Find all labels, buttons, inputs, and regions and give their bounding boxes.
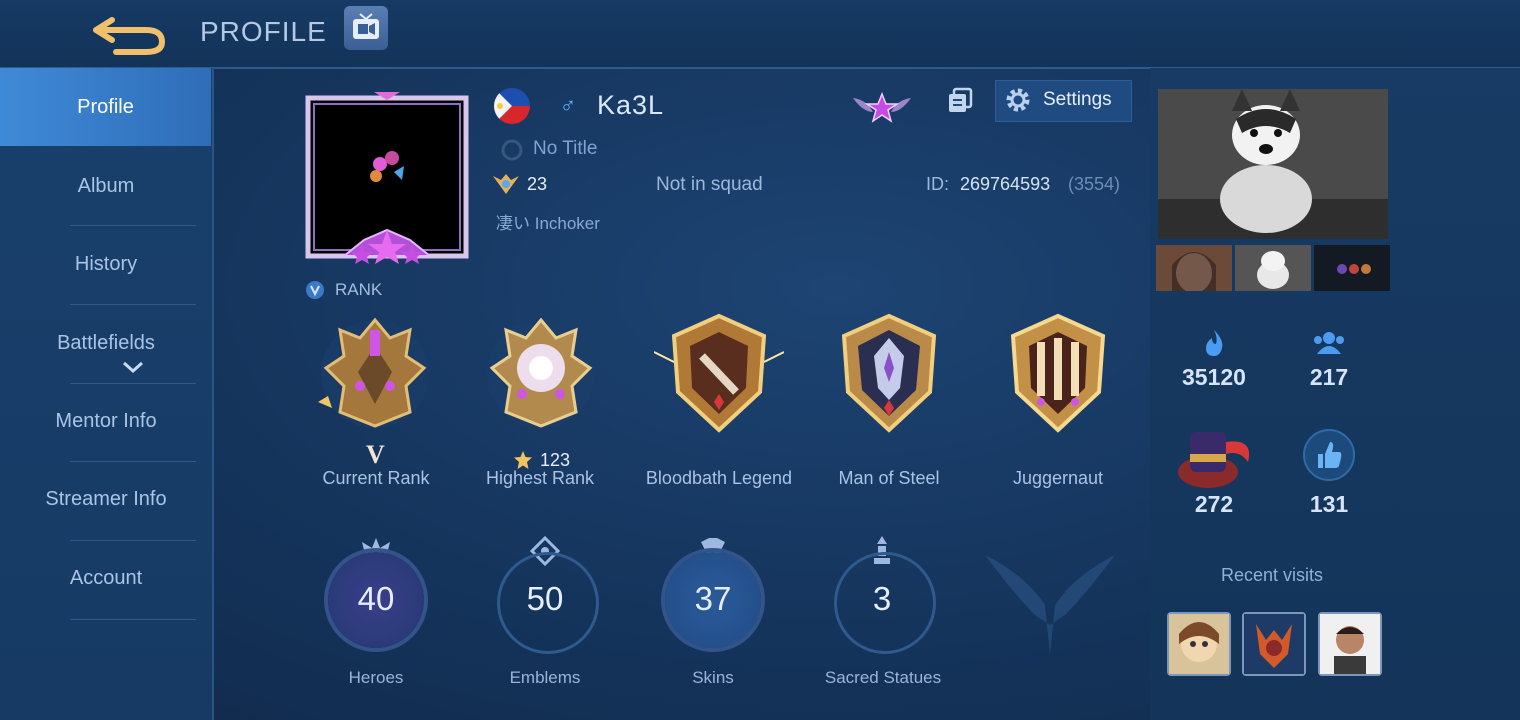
emblems-label: Emblems xyxy=(509,668,581,687)
visitor-avatar-3[interactable] xyxy=(1318,612,1382,676)
highest-rank-badge-icon[interactable] xyxy=(476,316,606,436)
player-id: 269764593 xyxy=(960,174,1051,194)
highest-rank-label: Highest Rank xyxy=(485,468,595,488)
sidebar-divider xyxy=(70,619,196,620)
album-thumb-3[interactable] xyxy=(1314,245,1390,291)
squad-status: Not in squad xyxy=(656,174,763,195)
rank-icon xyxy=(305,280,325,300)
gear-icon xyxy=(1004,86,1032,114)
skins-label: Skins xyxy=(692,668,734,687)
popularity-count: 35120 xyxy=(1182,364,1246,390)
player-id-label: ID: xyxy=(926,174,950,194)
page-title: PROFILE xyxy=(200,16,327,47)
eagle-emblem-icon xyxy=(975,535,1125,665)
star-wings-icon[interactable] xyxy=(849,90,915,126)
sidebar-item-battlefields[interactable]: Battlefields xyxy=(0,304,212,382)
copy-icon[interactable] xyxy=(946,86,974,114)
chevron-down-icon[interactable] xyxy=(122,360,144,374)
sidebar-item-profile[interactable]: Profile xyxy=(0,68,211,146)
star-icon xyxy=(513,450,533,470)
likes-count: 131 xyxy=(1309,491,1349,517)
skins-count: 37 xyxy=(694,580,732,617)
recent-visits-label: Recent visits xyxy=(1220,565,1324,585)
juggernaut-label: Juggernaut xyxy=(1012,468,1104,488)
current-rank-tier: V xyxy=(366,440,385,469)
sidebar-item-album[interactable]: Album xyxy=(0,147,212,225)
sidebar: Profile Album History Battlefields Mento… xyxy=(0,68,214,720)
album-thumb-2[interactable] xyxy=(1235,245,1311,291)
friends-icon xyxy=(1311,330,1347,356)
sacred-statues-label: Sacred Statues xyxy=(824,668,942,687)
username: Ka3L xyxy=(597,90,665,120)
collection-hat-icon xyxy=(1174,420,1254,492)
friends-count: 217 xyxy=(1309,364,1349,390)
sidebar-item-streamer-info[interactable]: Streamer Info xyxy=(0,460,212,538)
emblems-count: 50 xyxy=(526,580,564,617)
album-thumb-1[interactable] xyxy=(1156,245,1232,293)
sidebar-item-mentor-info[interactable]: Mentor Info xyxy=(0,382,212,460)
male-gender-icon: ♂ xyxy=(559,93,577,118)
back-arrow-icon[interactable] xyxy=(90,12,168,56)
sidebar-item-account[interactable]: Account xyxy=(0,539,212,617)
sidebar-item-history[interactable]: History xyxy=(0,225,212,303)
rank-section-label: RANK xyxy=(335,280,383,299)
settings-label: Settings xyxy=(1043,89,1112,110)
squad-tagline: 凄い Inchoker xyxy=(496,214,600,233)
juggernaut-medal-icon[interactable] xyxy=(993,312,1123,433)
visitor-avatar-2[interactable] xyxy=(1242,612,1306,676)
album-photo-main[interactable] xyxy=(1158,89,1388,239)
current-rank-badge-icon[interactable] xyxy=(310,316,440,436)
collection-count: 272 xyxy=(1194,491,1234,517)
avatar[interactable] xyxy=(304,92,470,266)
server-id: (3554) xyxy=(1068,174,1121,194)
bloodbath-legend-medal-icon[interactable] xyxy=(653,312,785,433)
tv-icon[interactable] xyxy=(344,6,388,50)
title-icon xyxy=(501,139,523,161)
like-icon[interactable] xyxy=(1302,428,1356,482)
visitor-avatar-1[interactable] xyxy=(1167,612,1231,676)
heroes-label: Heroes xyxy=(348,668,404,687)
player-level: 23 xyxy=(527,174,548,194)
fire-icon xyxy=(1200,328,1228,358)
level-badge-icon xyxy=(491,172,521,198)
player-title: No Title xyxy=(533,138,598,159)
sacred-statues-count: 3 xyxy=(872,580,892,617)
heroes-count: 40 xyxy=(357,580,395,617)
philippines-flag-icon xyxy=(494,88,530,124)
man-of-steel-medal-icon[interactable] xyxy=(824,312,954,433)
